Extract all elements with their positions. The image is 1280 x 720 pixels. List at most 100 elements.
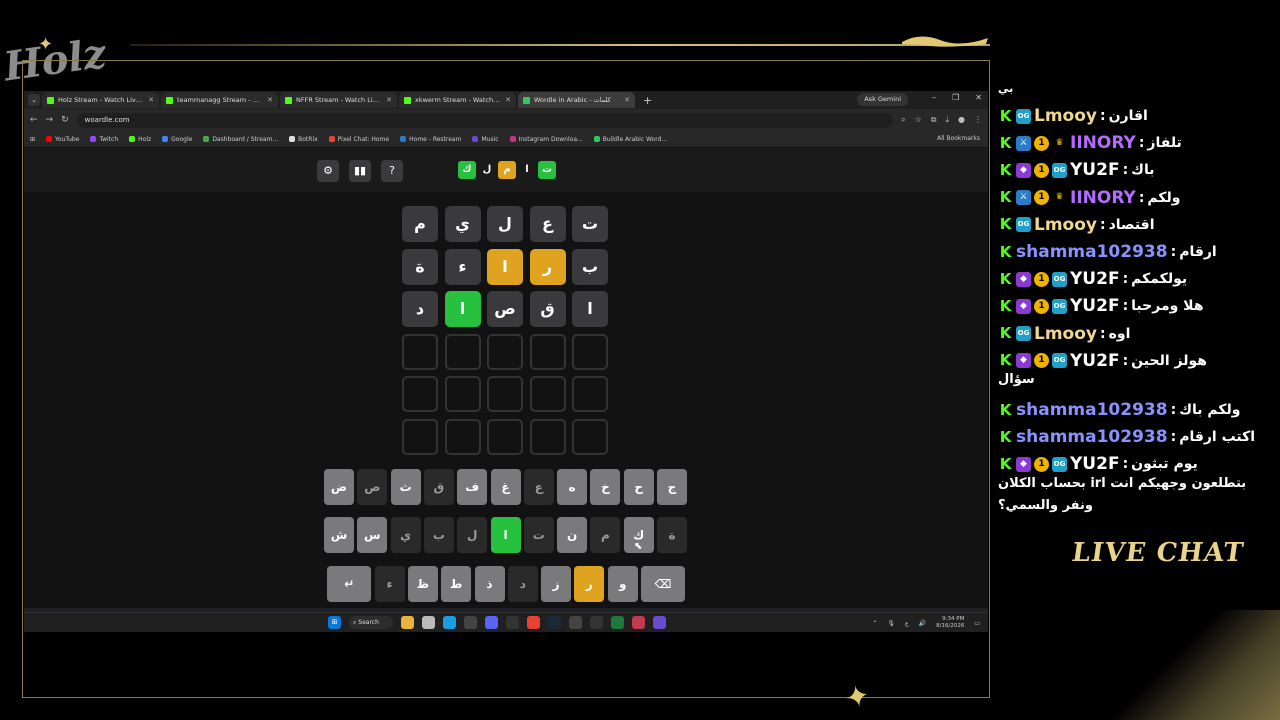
zoom-icon[interactable]: ⌕ [901, 115, 905, 125]
settings-icon[interactable]: ⚙ [317, 160, 339, 182]
tab-close-icon[interactable]: ✕ [386, 96, 392, 104]
keyboard-key[interactable]: ب [423, 517, 454, 553]
bookmark-item[interactable]: Instagram Downloa... [509, 136, 583, 143]
chrome-icon[interactable] [527, 616, 540, 629]
keyboard-key[interactable]: ف [457, 469, 488, 505]
keyboard-key[interactable]: ط [441, 566, 472, 602]
apps-grid-icon[interactable]: ⊞ [30, 136, 35, 143]
chat-username[interactable]: YU2F [1070, 454, 1120, 474]
tray-chevron-icon[interactable]: ⌃ [872, 620, 877, 627]
tab-search-icon[interactable]: ⌄ [28, 94, 40, 106]
keyboard-key[interactable]: ذ [474, 566, 505, 602]
url-field[interactable]: woardle.com [76, 112, 894, 128]
mic-icon[interactable]: 🎙 [887, 620, 895, 627]
browser-tab[interactable]: Holz Stream - Watch Live on Ki ✕ [42, 92, 159, 108]
chat-username[interactable]: YU2F [1070, 351, 1120, 371]
keyboard-key[interactable]: غ [490, 469, 521, 505]
app6-icon[interactable] [653, 616, 666, 629]
backspace-key[interactable]: ⌫ [641, 566, 685, 602]
chat-username[interactable]: shamma102938 [1016, 400, 1168, 420]
browser-tab[interactable]: Wordle in Arabic - كلمات ✕ [518, 92, 635, 108]
tab-close-icon[interactable]: ✕ [505, 96, 511, 104]
maximize-icon[interactable]: ❐ [952, 93, 959, 102]
keyboard-key[interactable]: ش [324, 517, 354, 553]
keyboard-key[interactable]: ث [390, 469, 421, 505]
steam-icon[interactable] [548, 616, 561, 629]
chat-username[interactable]: YU2F [1070, 160, 1120, 180]
stats-icon[interactable]: ▮▮ [349, 160, 371, 182]
volume-icon[interactable]: 🔊 [919, 620, 926, 627]
discord-icon[interactable] [485, 616, 498, 629]
menu-icon[interactable]: ⋮ [974, 115, 982, 125]
keyboard-key[interactable]: م [590, 517, 621, 553]
new-tab-icon[interactable]: + [637, 94, 658, 107]
extension-icon[interactable]: ⧉ [931, 115, 937, 125]
bookmark-item[interactable]: Twitch [90, 136, 118, 143]
forward-icon[interactable]: → [46, 115, 54, 125]
browser-tab[interactable]: NFFR Stream - Watch Live on K ✕ [280, 92, 397, 108]
keyboard-key[interactable]: س [357, 517, 388, 553]
chat-username[interactable]: Lmooy [1034, 215, 1097, 235]
bookmark-item[interactable]: Buildle Arabic Word... [593, 136, 667, 143]
ask-gemini-button[interactable]: Ask Gemini [857, 93, 908, 106]
download-icon[interactable]: ⤓ [945, 115, 949, 125]
tab-close-icon[interactable]: ✕ [148, 96, 154, 104]
notification-icon[interactable]: ▭ [974, 620, 980, 627]
chat-username[interactable]: shamma102938 [1016, 242, 1168, 262]
keyboard-key[interactable]: ت [523, 517, 554, 553]
keyboard-key[interactable]: ا [490, 517, 521, 553]
bookmark-item[interactable]: YouTube [46, 136, 79, 143]
bookmark-star-icon[interactable]: ☆ [915, 115, 922, 125]
keyboard-key[interactable]: ل [457, 517, 488, 553]
keyboard-key[interactable]: خ [590, 469, 621, 505]
store-icon[interactable] [422, 616, 435, 629]
minimize-icon[interactable]: – [932, 93, 936, 102]
keyboard-key[interactable]: ض [324, 469, 354, 505]
taskbar-search[interactable]: ⌕ Search [349, 616, 393, 629]
bookmark-item[interactable]: Holz [129, 136, 151, 143]
all-bookmarks[interactable]: All Bookmarks [937, 135, 980, 142]
bookmark-item[interactable]: Google [162, 136, 192, 143]
app-icon[interactable] [464, 616, 477, 629]
keyboard-key[interactable]: ح [623, 469, 654, 505]
keyboard-key[interactable]: د [507, 566, 538, 602]
keyboard-key[interactable]: ع [523, 469, 554, 505]
chat-username[interactable]: IINORY [1070, 188, 1136, 208]
bookmark-item[interactable]: BotRix [289, 136, 318, 143]
start-icon[interactable]: ⊞ [328, 616, 341, 629]
keyboard-key[interactable]: ج [657, 469, 687, 505]
chat-username[interactable]: Lmooy [1034, 106, 1097, 126]
keyboard-key[interactable]: ص [357, 469, 388, 505]
keyboard-key[interactable]: ء [374, 566, 405, 602]
language-indicator[interactable]: ع [905, 620, 909, 627]
browser-tab[interactable]: xkwerm Stream - Watch Live o ✕ [399, 92, 516, 108]
chat-username[interactable]: YU2F [1070, 296, 1120, 316]
keyboard-key[interactable]: ز [541, 566, 572, 602]
edge-icon[interactable] [443, 616, 456, 629]
help-icon[interactable]: ? [381, 160, 403, 182]
app2-icon[interactable] [569, 616, 582, 629]
keyboard-key[interactable]: و [607, 566, 638, 602]
keyboard-key[interactable]: ق [423, 469, 454, 505]
tab-close-icon[interactable]: ✕ [624, 96, 630, 104]
chat-username[interactable]: YU2F [1070, 269, 1120, 289]
clock[interactable]: 9:34 PM 8/16/2026 [936, 616, 964, 630]
keyboard-key[interactable]: ر [574, 566, 605, 602]
bookmark-item[interactable]: Music [472, 136, 499, 143]
settings-app-icon[interactable] [506, 616, 519, 629]
chat-username[interactable]: shamma102938 [1016, 427, 1168, 447]
close-icon[interactable]: ✕ [975, 93, 982, 102]
keyboard-key[interactable]: ة [657, 517, 687, 553]
tab-close-icon[interactable]: ✕ [267, 96, 273, 104]
profile-icon[interactable]: ● [958, 115, 965, 125]
browser-tab[interactable]: teammanagg Stream - Kick Da ✕ [161, 92, 278, 108]
app3-icon[interactable] [590, 616, 603, 629]
app4-icon[interactable] [611, 616, 624, 629]
back-icon[interactable]: ← [30, 115, 38, 125]
bookmark-item[interactable]: Pixel Chat: Home [328, 136, 389, 143]
bookmark-item[interactable]: Home - Restream [400, 136, 461, 143]
enter-key[interactable]: ↵ [327, 566, 372, 602]
keyboard-key[interactable]: ي [390, 517, 421, 553]
keyboard-key[interactable]: ظ [407, 566, 438, 602]
file-explorer-icon[interactable] [401, 616, 414, 629]
